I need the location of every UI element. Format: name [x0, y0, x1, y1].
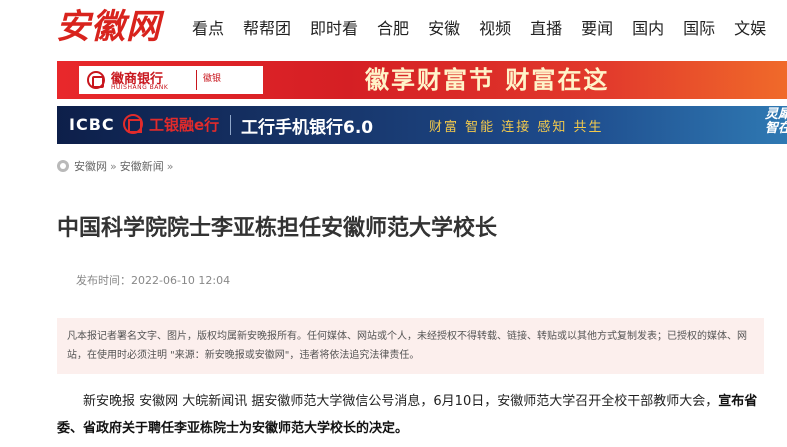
- nav-item-bangbangtuan[interactable]: 帮帮团: [243, 15, 291, 39]
- huishang-slogan: 徽享财富节 财富在这: [365, 66, 610, 94]
- top-nav-bar: 安徽网 看点 帮帮团 即时看 合肥 安徽 视频 直播 要闻 国内 国际 文娱: [0, 0, 787, 54]
- location-icon: [57, 160, 69, 172]
- huishang-bank-logo-box: 徽商银行 HUISHANG BANK 徽银: [79, 66, 263, 94]
- nav-item-video[interactable]: 视频: [479, 15, 511, 39]
- site-logo[interactable]: 安徽网: [56, 6, 178, 48]
- breadcrumb-link-anhui-news[interactable]: 安徽新闻: [120, 158, 164, 174]
- huishang-bank-banner-ad[interactable]: 徽商银行 HUISHANG BANK 徽银 徽享财富节 财富在这: [57, 61, 787, 99]
- nav-item-headlines[interactable]: 要闻: [581, 15, 613, 39]
- nav-item-anhui[interactable]: 安徽: [428, 15, 460, 39]
- icbc-brand-name: 工银融e行: [149, 116, 220, 134]
- main-nav: 看点 帮帮团 即时看 合肥 安徽 视频 直播 要闻 国内 国际 文娱: [192, 0, 766, 54]
- breadcrumb: 安徽网 » 安徽新闻 »: [57, 158, 176, 174]
- body-paragraph-lead: 新安晚报 安徽网 大皖新闻讯 据安徽师范大学微信公号消息，6月10日，安徽师范大…: [83, 394, 719, 409]
- nav-item-jishikan[interactable]: 即时看: [310, 15, 358, 39]
- nav-item-live[interactable]: 直播: [530, 15, 562, 39]
- icbc-banner-ad[interactable]: ICBC 工银融e行 工行手机银行6.0 财富 智能 连接 感知 共生 灵犀 智…: [57, 106, 787, 144]
- banner-divider: [196, 70, 197, 90]
- breadcrumb-separator: »: [166, 159, 174, 173]
- nav-item-hefei[interactable]: 合肥: [377, 15, 409, 39]
- icbc-banner-title: 工行手机银行6.0: [241, 118, 374, 138]
- publish-time: 发布时间：2022-06-10 12:04: [76, 274, 231, 287]
- article-title: 中国科学院院士李亚栋担任安徽师范大学校长: [57, 216, 498, 241]
- huishang-bank-logo-icon: [87, 71, 105, 89]
- icbc-banner-corner-text: 灵犀 智在: [764, 107, 787, 136]
- huishang-sub-brand: 徽银: [203, 74, 222, 84]
- icbc-wordmark: ICBC: [69, 115, 115, 134]
- nav-item-domestic[interactable]: 国内: [632, 15, 664, 39]
- breadcrumb-link-home[interactable]: 安徽网: [74, 158, 107, 174]
- huishang-bank-name-en: HUISHANG BANK: [111, 84, 169, 91]
- article-body: 新安晚报 安徽网 大皖新闻讯 据安徽师范大学微信公号消息，6月10日，安徽师范大…: [57, 388, 772, 442]
- banner-divider: [230, 115, 231, 135]
- nav-item-entertainment[interactable]: 文娱: [734, 15, 766, 39]
- nav-item-kandian[interactable]: 看点: [192, 15, 224, 39]
- icbc-banner-tags: 财富 智能 连接 感知 共生: [429, 120, 604, 135]
- nav-item-international[interactable]: 国际: [683, 15, 715, 39]
- copyright-notice: 凡本报记者署名文字、图片，版权均属新安晚报所有。任何媒体、网站或个人，未经授权不…: [57, 318, 764, 374]
- icbc-logo-icon: [123, 114, 143, 134]
- breadcrumb-separator: »: [110, 159, 117, 173]
